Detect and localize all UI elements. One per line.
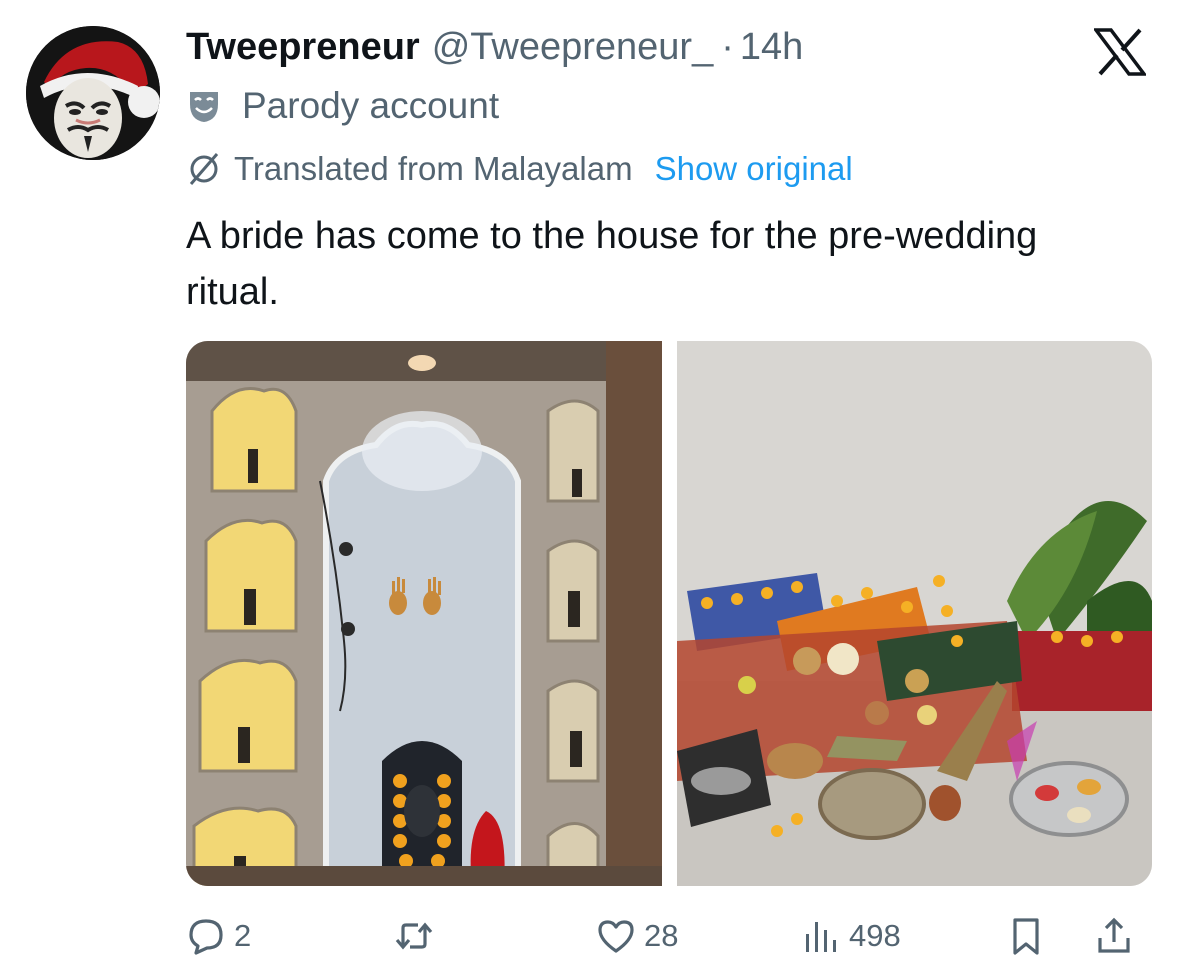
x-logo-icon xyxy=(1092,28,1148,76)
share-icon xyxy=(1098,917,1130,953)
view-count: 498 xyxy=(849,918,901,953)
photo-offerings[interactable] xyxy=(676,341,1153,886)
display-name[interactable]: Tweepreneur xyxy=(186,22,420,72)
show-original-link[interactable]: Show original xyxy=(655,150,853,188)
author-header: Tweepreneur @Tweepreneur_ · 14h xyxy=(186,22,803,72)
photo-shrine[interactable] xyxy=(186,341,662,886)
action-bar: 2 28 498 xyxy=(186,906,1152,966)
bookmark-icon xyxy=(1013,918,1039,955)
views-button[interactable]: 498 xyxy=(801,916,901,956)
media-grid xyxy=(186,341,1152,886)
translation-text: Translated from Malayalam xyxy=(234,150,633,187)
parody-label-text: Parody account xyxy=(242,85,500,126)
avatar[interactable] xyxy=(26,26,160,160)
like-count: 28 xyxy=(644,918,679,953)
translate-icon xyxy=(186,151,222,187)
translation-notice: Translated from Malayalam Show original xyxy=(186,146,853,192)
like-button[interactable]: 28 xyxy=(596,916,678,956)
reply-count: 2 xyxy=(234,918,252,953)
share-button[interactable] xyxy=(1094,916,1134,956)
tweet-text: A bride has come to the house for the pr… xyxy=(186,215,1038,313)
speech-bubble-icon xyxy=(189,919,223,955)
heart-icon xyxy=(598,920,634,953)
retweet-icon xyxy=(395,922,433,950)
reply-button[interactable]: 2 xyxy=(186,916,251,956)
theater-mask-icon xyxy=(186,88,222,124)
user-handle[interactable]: @Tweepreneur_ xyxy=(432,22,714,72)
bar-chart-icon xyxy=(806,922,836,952)
parody-label: Parody account xyxy=(186,82,499,130)
timestamp[interactable]: 14h xyxy=(740,22,803,72)
bookmark-button[interactable] xyxy=(1006,916,1046,956)
separator-dot: · xyxy=(721,26,734,68)
retweet-button[interactable] xyxy=(394,916,442,956)
